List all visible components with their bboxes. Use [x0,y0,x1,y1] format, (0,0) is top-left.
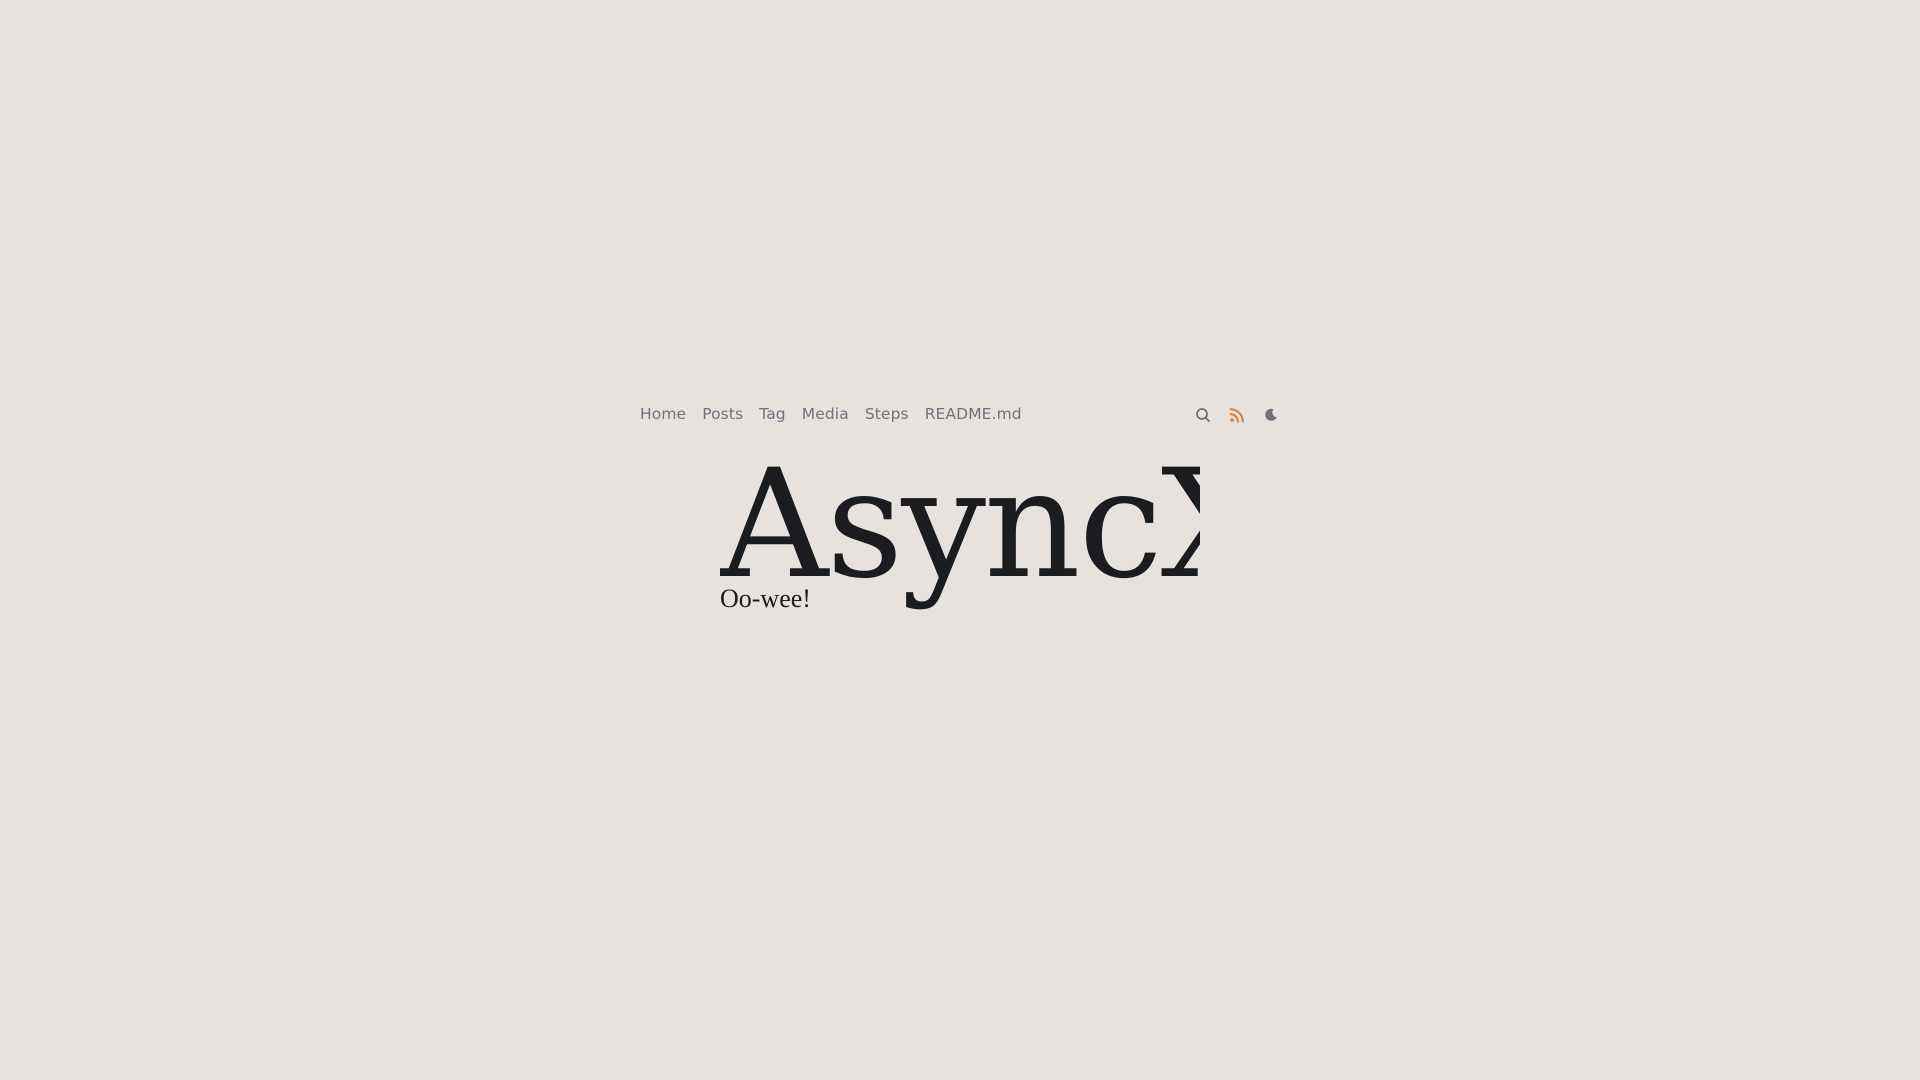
nav-item-readme[interactable]: README.md [925,405,1022,423]
nav-item-posts[interactable]: Posts [702,405,743,423]
toolbar-icons [1194,406,1280,424]
nav-item-tag[interactable]: Tag [759,405,786,423]
nav-item-steps[interactable]: Steps [865,405,909,423]
nav-item-media[interactable]: Media [802,405,849,423]
nav-item-home[interactable]: Home [640,405,686,423]
site-subtitle: Oo-wee! [720,584,811,613]
moon-icon[interactable] [1262,406,1280,424]
site-header: AsyncX Oo-wee! [720,452,1200,632]
top-bar: Home Posts Tag Media Steps README.md [640,400,1280,430]
rss-icon[interactable] [1228,406,1246,424]
search-icon[interactable] [1194,406,1212,424]
main-nav: Home Posts Tag Media Steps README.md [640,405,1022,423]
site-title[interactable]: AsyncX [720,452,1200,600]
